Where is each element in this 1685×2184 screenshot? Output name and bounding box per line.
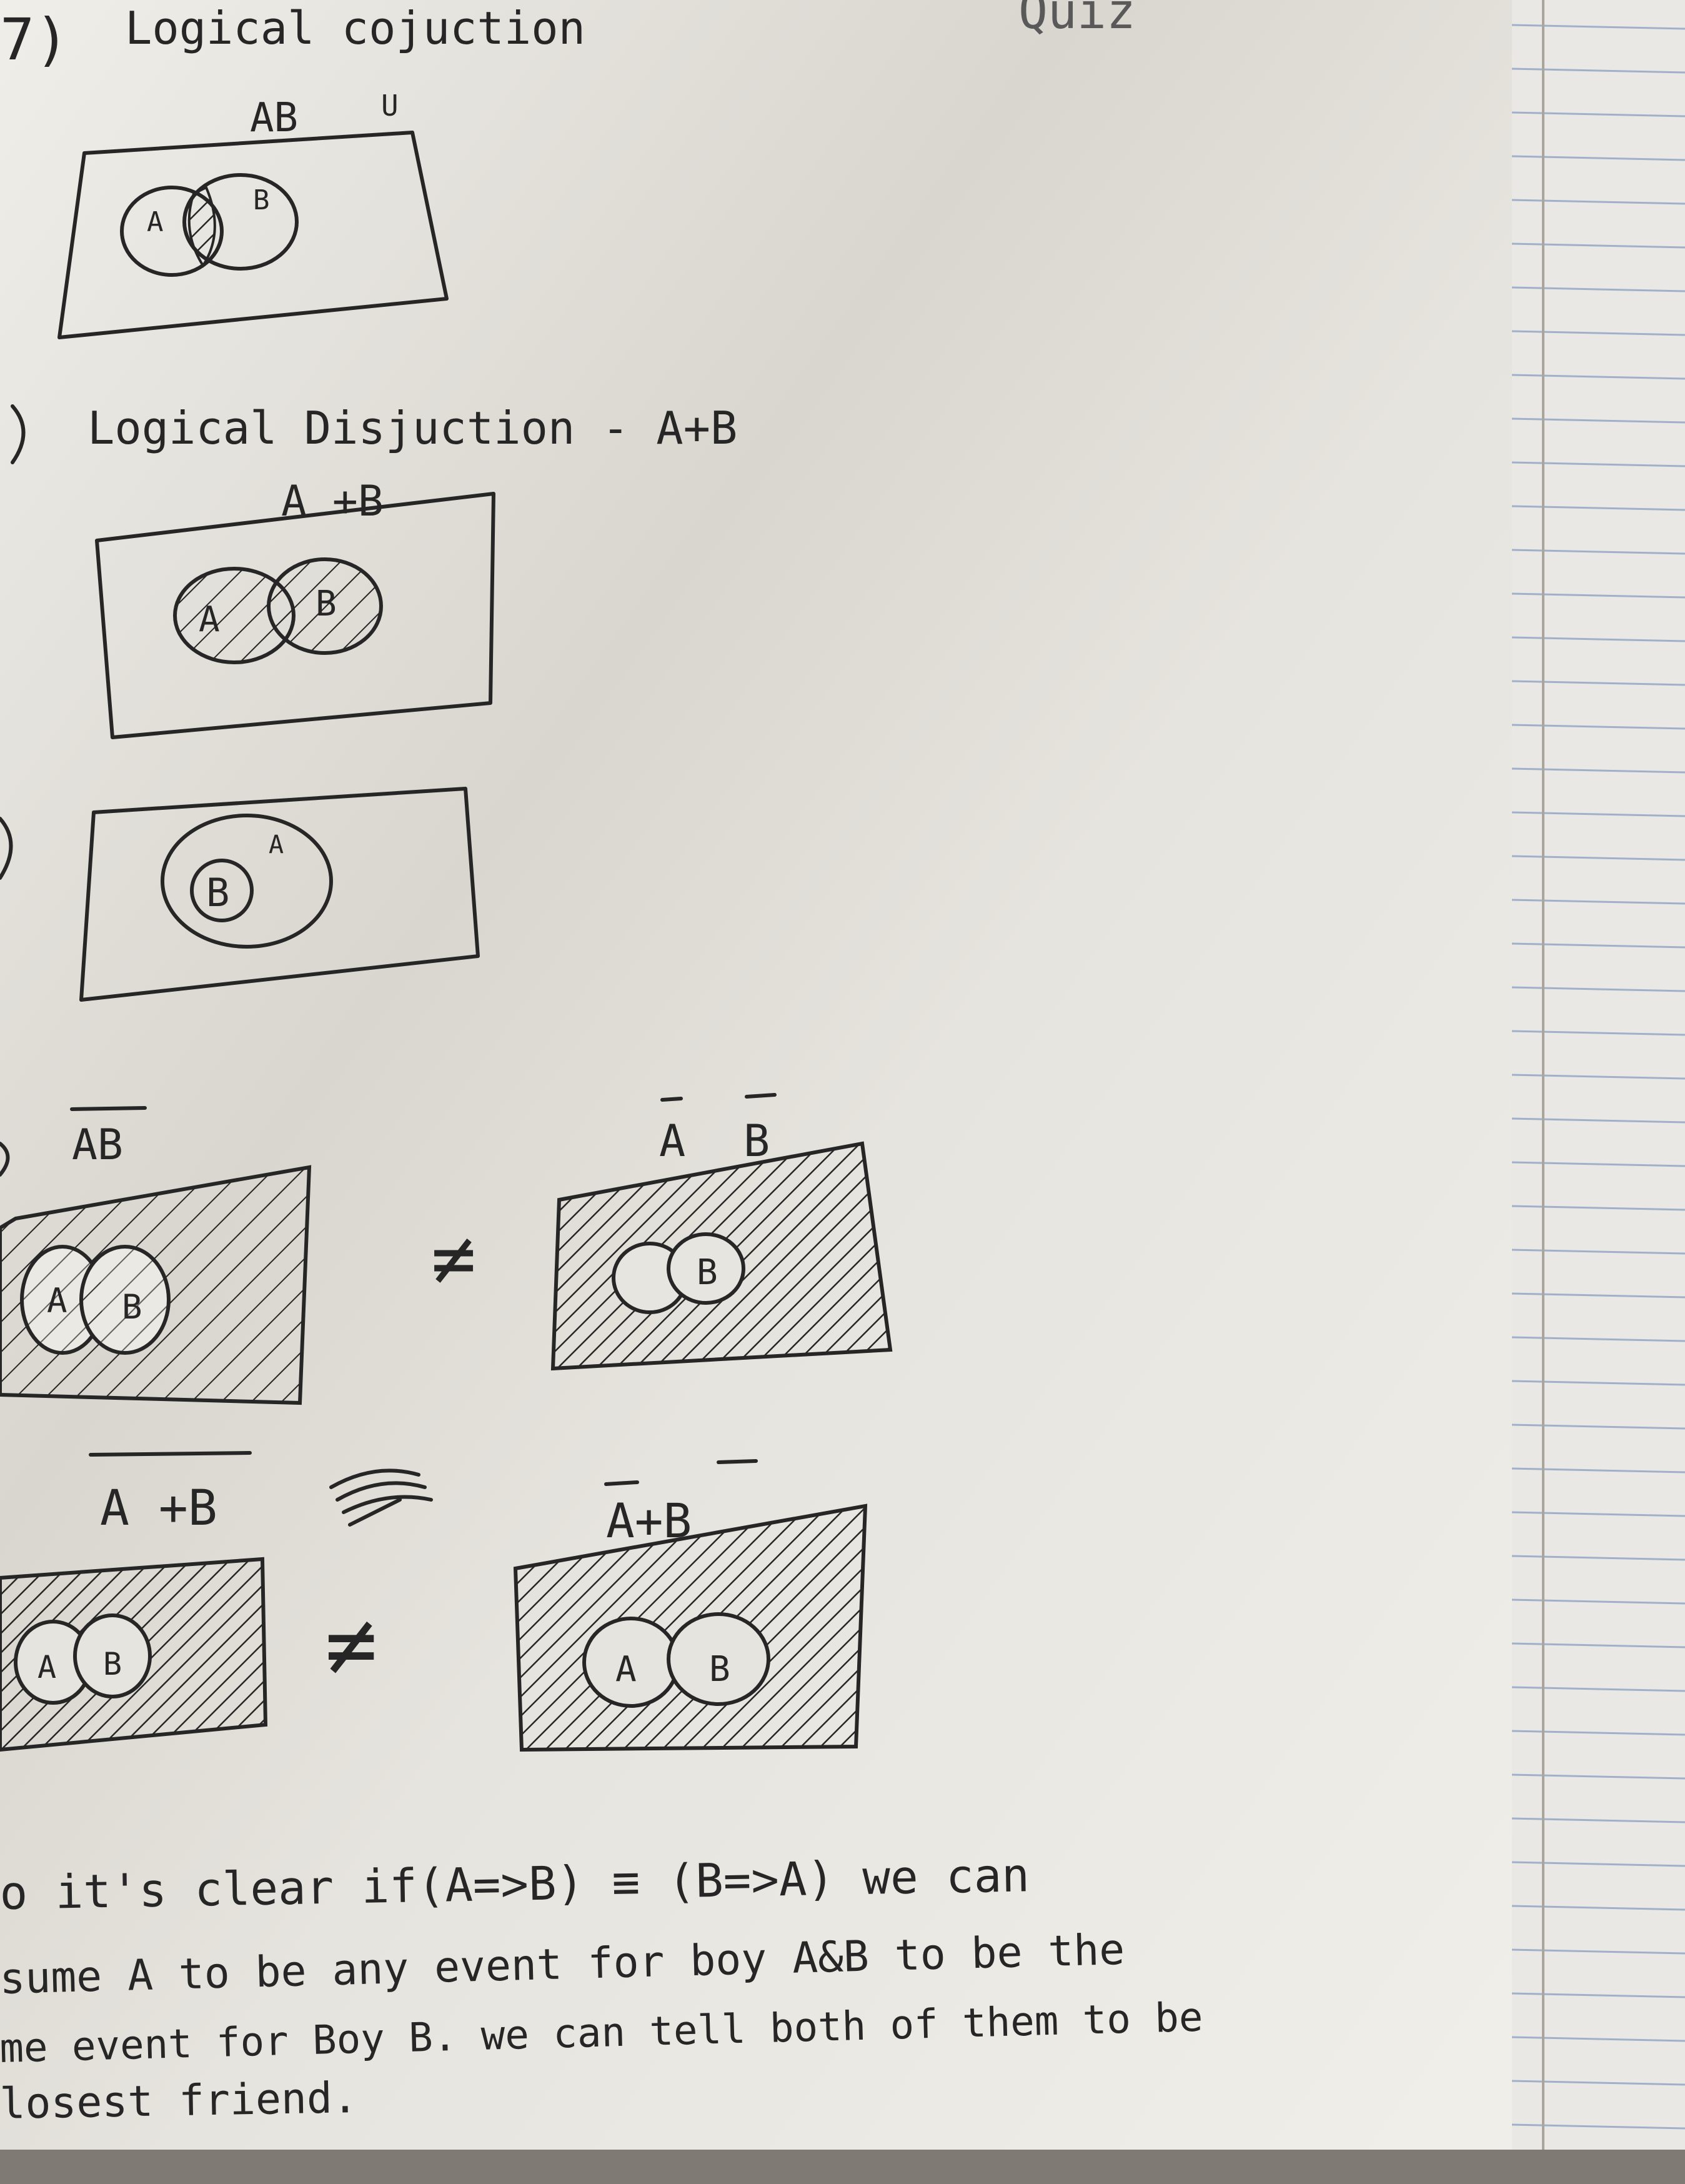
complement-product-right-expression-b: B — [743, 1115, 770, 1167]
complement-sum-left-expression: A +B — [100, 1480, 217, 1537]
conclusion-line-4: losest friend. — [0, 2073, 358, 2129]
not-equal-symbol-1: ≠ — [431, 1215, 476, 1302]
quiz-label: Quiz — [1018, 0, 1136, 40]
disjunction-label-b: B — [316, 584, 337, 624]
complement-product-right-expression-a: A — [659, 1115, 685, 1167]
overline-right-b — [717, 1459, 758, 1464]
section-number: 7) — [0, 6, 69, 73]
conjunction-expression: AB — [250, 95, 298, 141]
disjunction-title: Logical Disjuction - A+B — [87, 402, 737, 454]
overline-a-plus-b — [89, 1451, 252, 1457]
conjunction-title: Logical cojuction — [125, 2, 585, 54]
subset-label-a: A — [269, 830, 284, 859]
complement-product-left-expression: AB — [72, 1120, 123, 1170]
subset-label-b: B — [206, 870, 229, 915]
complement-sum-left-label-a: A — [37, 1649, 56, 1685]
complement-sum-left-label-b: B — [103, 1646, 122, 1682]
notebook-grid-strip — [1512, 0, 1685, 2184]
complement-product-left-label-a: A — [47, 1281, 67, 1320]
overline-b — [745, 1093, 777, 1099]
universe-mark: U — [381, 89, 399, 122]
disjunction-label-a: A — [199, 599, 220, 640]
conjunction-label-a: A — [147, 206, 164, 238]
desk-edge — [0, 2150, 1685, 2184]
overline-a — [660, 1097, 683, 1102]
conjunction-label-b: B — [253, 184, 270, 216]
notebook-page: Quiz 7) Logical cojuction AB U A B Logic… — [0, 0, 1685, 2184]
complement-product-right-label-b: B — [697, 1252, 718, 1293]
complement-product-left-label-b: B — [122, 1287, 142, 1327]
overline-ab — [70, 1106, 147, 1111]
overline-right-a — [604, 1480, 639, 1486]
complement-sum-right-label-b: B — [709, 1649, 730, 1690]
complement-sum-right-label-a: A — [615, 1649, 637, 1690]
not-equal-symbol-2: ≠ — [325, 1594, 377, 1696]
